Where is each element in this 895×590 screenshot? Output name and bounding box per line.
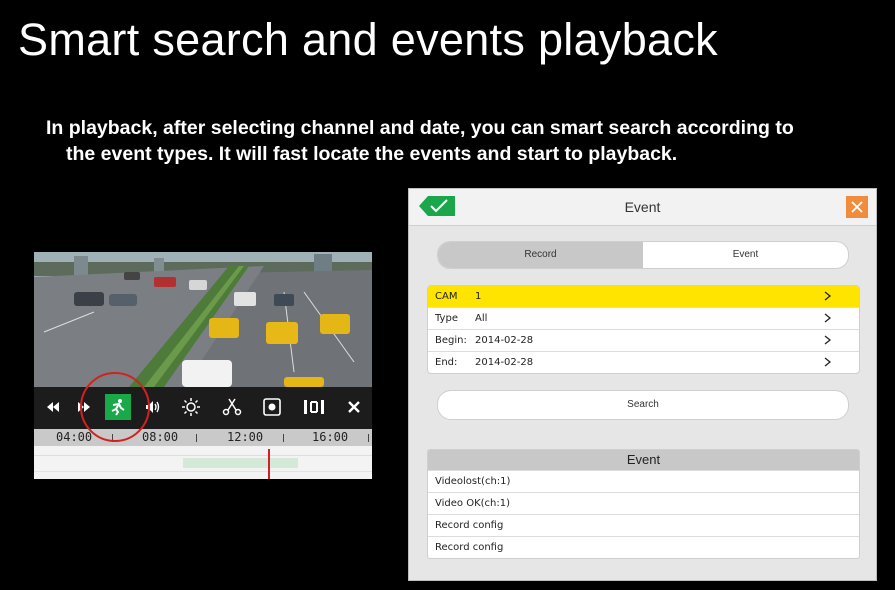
snapshot-icon: [263, 398, 281, 416]
close-icon: [348, 401, 360, 413]
snapshot-button[interactable]: [259, 394, 285, 420]
brightness-icon: [182, 398, 200, 416]
dialog-close-button[interactable]: [846, 196, 868, 218]
chevron-right-icon: [824, 357, 831, 367]
field-value: 2014-02-28: [475, 335, 534, 346]
field-label: End:: [435, 357, 458, 368]
event-dialog: Event Record Event CAM 1 Type All Begin:…: [408, 188, 877, 581]
cam-field[interactable]: CAM 1: [428, 286, 859, 308]
playhead-cursor[interactable]: [268, 449, 270, 479]
playback-panel: 04:00 08:00 12:00 16:00: [34, 252, 372, 479]
search-form: CAM 1 Type All Begin: 2014-02-28 End: 20…: [427, 285, 860, 374]
recording-track[interactable]: [34, 446, 372, 479]
field-value: All: [475, 313, 488, 324]
field-value: 1: [475, 291, 482, 302]
list-item[interactable]: Videolost(ch:1): [428, 470, 859, 492]
field-value: 2014-02-28: [475, 357, 534, 368]
list-item[interactable]: Record config: [428, 536, 859, 558]
close-icon: [851, 201, 863, 213]
list-item[interactable]: Video OK(ch:1): [428, 492, 859, 514]
timeline-label: 16:00: [312, 430, 349, 444]
timeline-tick: [283, 434, 284, 442]
timeline-label: 12:00: [227, 430, 264, 444]
description-line-1: In playback, after selecting channel and…: [46, 117, 794, 139]
highlight-circle: [80, 372, 150, 442]
clip-button[interactable]: [219, 394, 245, 420]
page-title: Smart search and events playback: [18, 14, 718, 65]
clip-scissors-icon: [222, 398, 242, 416]
track-divider: [34, 471, 372, 472]
rewind-button[interactable]: [40, 394, 66, 420]
field-label: CAM: [435, 291, 458, 302]
timeline-label: 04:00: [56, 430, 93, 444]
timeline-tick: [196, 434, 197, 442]
event-list: Event Videolost(ch:1) Video OK(ch:1) Rec…: [427, 449, 860, 559]
recorded-segment[interactable]: [183, 458, 298, 468]
timeline-ruler[interactable]: 04:00 08:00 12:00 16:00: [34, 429, 372, 446]
mode-toggle: Record Event: [437, 241, 849, 269]
timeline-label: 08:00: [142, 430, 179, 444]
dialog-header: Event: [409, 189, 876, 226]
chevron-right-icon: [824, 335, 831, 345]
list-item[interactable]: Record config: [428, 514, 859, 536]
field-label: Type: [435, 313, 458, 324]
rewind-icon: [47, 402, 59, 412]
brightness-button[interactable]: [178, 394, 204, 420]
close-playback-button[interactable]: [341, 394, 367, 420]
field-label: Begin:: [435, 335, 467, 346]
begin-date-field[interactable]: Begin: 2014-02-28: [428, 330, 859, 352]
end-date-field[interactable]: End: 2014-02-28: [428, 352, 859, 373]
page-description: In playback, after selecting channel and…: [46, 115, 886, 167]
zoom-button[interactable]: [301, 394, 327, 420]
search-button[interactable]: Search: [437, 390, 849, 420]
timeline-tick: [368, 434, 369, 442]
type-field[interactable]: Type All: [428, 308, 859, 330]
zoom-icon: [304, 400, 324, 414]
tab-event[interactable]: Event: [643, 242, 848, 268]
description-line-2: the event types. It will fast locate the…: [66, 143, 678, 165]
chevron-right-icon: [824, 313, 831, 323]
chevron-right-icon: [824, 291, 831, 301]
track-divider: [34, 455, 372, 456]
event-list-header: Event: [428, 450, 859, 470]
dialog-title: Event: [624, 199, 661, 215]
tab-record[interactable]: Record: [438, 242, 643, 268]
video-preview: [34, 252, 372, 387]
